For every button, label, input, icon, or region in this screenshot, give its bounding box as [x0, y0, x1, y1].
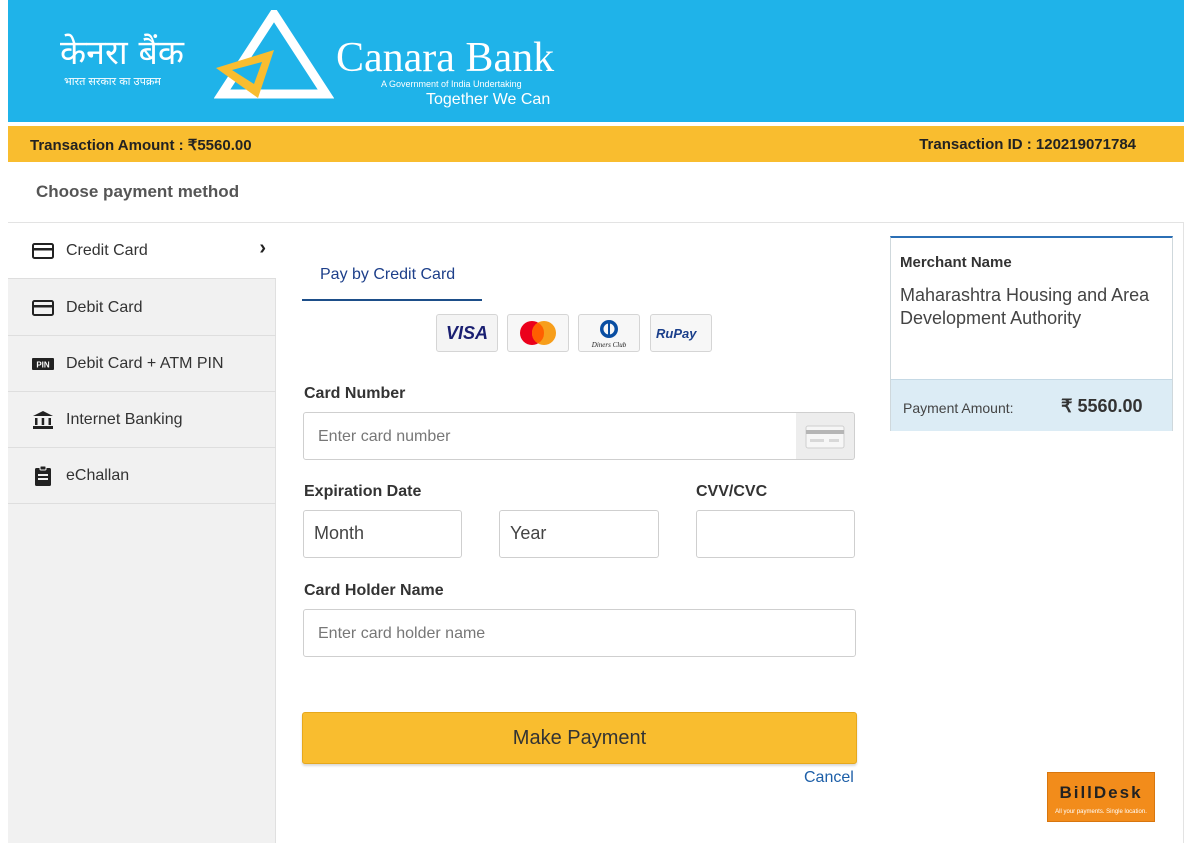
cvv-label: CVV/CVC	[696, 483, 768, 500]
month-select[interactable]: Month	[303, 510, 462, 558]
billdesk-logo: BillDesk All your payments. Single locat…	[1047, 772, 1155, 822]
transaction-id: Transaction ID : 120219071784	[919, 136, 1136, 153]
merchant-name: Maharashtra Housing and Area Development…	[900, 285, 1150, 328]
visa-logo-icon: VISA	[436, 314, 498, 352]
merchant-info-box: Merchant Name Maharashtra Housing and Ar…	[890, 236, 1173, 431]
tab-pay-by-credit-card[interactable]: Pay by Credit Card	[302, 255, 482, 301]
expiration-label: Expiration Date	[304, 483, 422, 500]
bank-tagline: Together We Can	[426, 91, 551, 108]
cancel-link[interactable]: Cancel	[804, 769, 854, 787]
pin-icon: PIN	[32, 358, 54, 370]
sidebar-item-label: Internet Banking	[66, 411, 183, 428]
tab-label: Pay by Credit Card	[320, 266, 456, 283]
bank-header: केनरा बैंक भारत सरकार का उपक्रम Canara B…	[8, 0, 1184, 122]
sidebar-item-label: Debit Card + ATM PIN	[66, 355, 224, 372]
sidebar-item-label: eChallan	[66, 467, 130, 484]
svg-text:PIN: PIN	[36, 361, 50, 370]
year-select[interactable]: Year	[499, 510, 659, 558]
sidebar-item-credit-card[interactable]: Credit Card ›	[8, 223, 276, 279]
card-number-label: Card Number	[304, 385, 406, 402]
bank-subtitle-hindi: भारत सरकार का उपक्रम	[64, 76, 161, 88]
sidebar-item-label: Debit Card	[66, 299, 143, 316]
transaction-bar: Transaction Amount : ₹5560.00 Transactio…	[8, 126, 1184, 162]
svg-text:Diners Club: Diners Club	[591, 341, 627, 349]
card-front-icon	[805, 425, 845, 449]
sidebar-item-debit-card[interactable]: Debit Card	[8, 280, 276, 336]
payment-method-sidebar: Credit Card › Debit Card PIN Debit Card …	[8, 223, 276, 843]
credit-card-icon	[32, 243, 54, 259]
bank-subtitle: A Government of India Undertaking	[381, 79, 522, 89]
card-holder-label: Card Holder Name	[304, 582, 444, 599]
card-addon	[796, 412, 855, 460]
transaction-amount: Transaction Amount : ₹5560.00	[30, 137, 252, 154]
merchant-title: Merchant Name	[900, 254, 1012, 271]
sidebar-item-debit-card-atm-pin[interactable]: PIN Debit Card + ATM PIN	[8, 336, 276, 392]
billdesk-name: BillDesk	[1059, 783, 1143, 802]
chevron-right-icon: ›	[259, 237, 266, 259]
make-payment-button[interactable]: Make Payment	[302, 712, 857, 764]
payment-amount-row: Payment Amount: ₹ 5560.00	[891, 379, 1172, 431]
canara-logo-icon	[214, 10, 334, 99]
clipboard-icon	[35, 466, 51, 486]
rupay-logo-icon: RuPay	[650, 314, 712, 352]
bank-name: Canara Bank	[336, 35, 555, 81]
diners-club-logo-icon: Diners Club	[578, 314, 640, 352]
mastercard-logo-icon	[507, 314, 569, 352]
payment-amount-label: Payment Amount:	[903, 400, 1014, 416]
sidebar-item-echallan[interactable]: eChallan	[8, 448, 276, 504]
sidebar-item-label: Credit Card	[66, 242, 148, 259]
bank-icon	[33, 411, 53, 429]
bank-name-hindi: केनरा बैंक	[60, 33, 185, 73]
card-number-input[interactable]: Enter card number	[303, 412, 797, 460]
billdesk-slogan: All your payments. Single location.	[1055, 809, 1147, 815]
card-holder-input[interactable]: Enter card holder name	[303, 609, 856, 657]
page-title: Choose payment method	[36, 182, 240, 201]
payment-amount-value: ₹ 5560.00	[1061, 396, 1143, 416]
sidebar-item-internet-banking[interactable]: Internet Banking	[8, 392, 276, 448]
cvv-input[interactable]	[696, 510, 855, 558]
debit-card-icon	[32, 300, 54, 316]
